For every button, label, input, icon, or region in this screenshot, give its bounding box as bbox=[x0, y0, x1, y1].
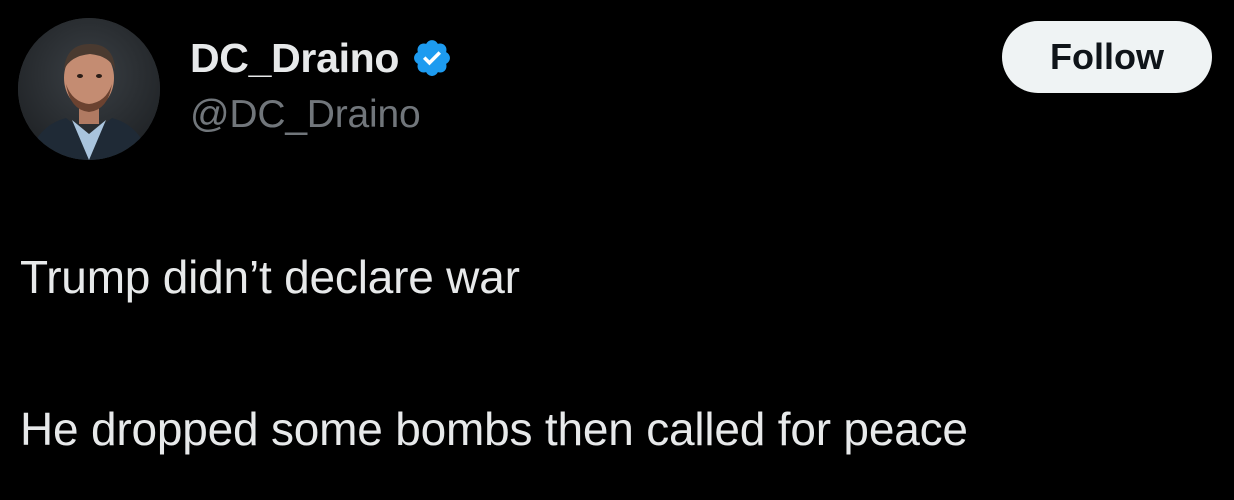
tweet-text-line: He dropped some bombs then called for pe… bbox=[20, 403, 968, 455]
tweet-text-line: Trump didn’t declare war bbox=[20, 251, 520, 303]
verified-badge-icon[interactable] bbox=[411, 37, 453, 79]
tweet-card: DC_Draino @DC_Draino Follow Trump didn’t… bbox=[0, 0, 1234, 500]
avatar[interactable] bbox=[18, 18, 160, 160]
author-name-row: DC_Draino bbox=[190, 32, 453, 84]
avatar-image bbox=[18, 18, 160, 160]
display-name[interactable]: DC_Draino bbox=[190, 35, 399, 82]
follow-button[interactable]: Follow bbox=[1002, 21, 1212, 93]
author-handle[interactable]: @DC_Draino bbox=[190, 93, 421, 137]
